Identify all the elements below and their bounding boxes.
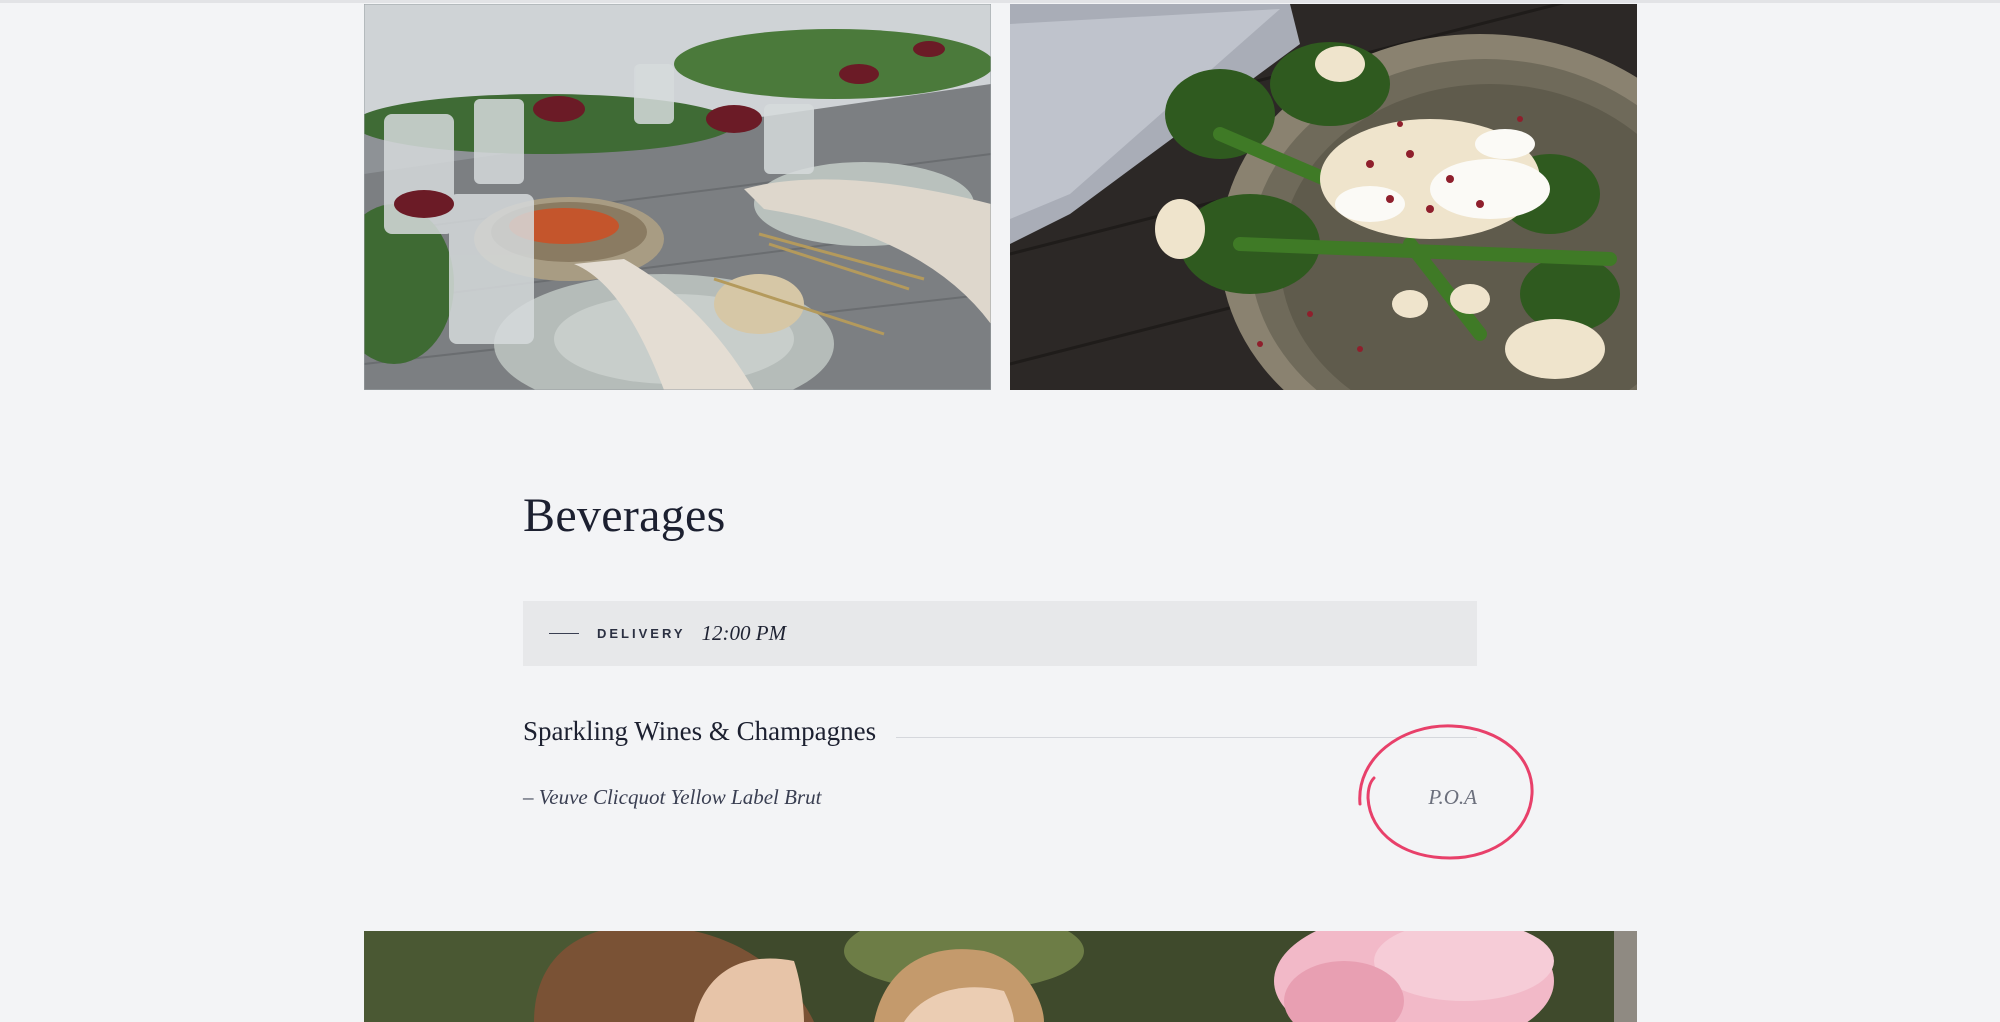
section-title: Beverages (523, 489, 726, 542)
category-divider (896, 737, 1477, 738)
menu-item-name: – Veuve Clicquot Yellow Label Brut (523, 785, 822, 809)
broccolini-dish-photo (1010, 4, 1637, 390)
category-name: Sparkling Wines & Champagnes (523, 716, 877, 746)
top-divider (0, 0, 2000, 3)
delivery-bar: DELIVERY 12:00 PM (523, 601, 1477, 666)
menu-item: – Veuve Clicquot Yellow Label Brut P.O.A (523, 785, 1477, 810)
category-heading: Sparkling Wines & Champagnes (523, 716, 1477, 747)
delivery-dash (549, 632, 579, 635)
menu-item-price: P.O.A (1428, 785, 1477, 809)
table-setting-photo (364, 4, 991, 390)
guests-photo (364, 931, 1637, 1022)
delivery-time: 12:00 PM (701, 621, 787, 645)
delivery-label: DELIVERY (597, 626, 686, 641)
